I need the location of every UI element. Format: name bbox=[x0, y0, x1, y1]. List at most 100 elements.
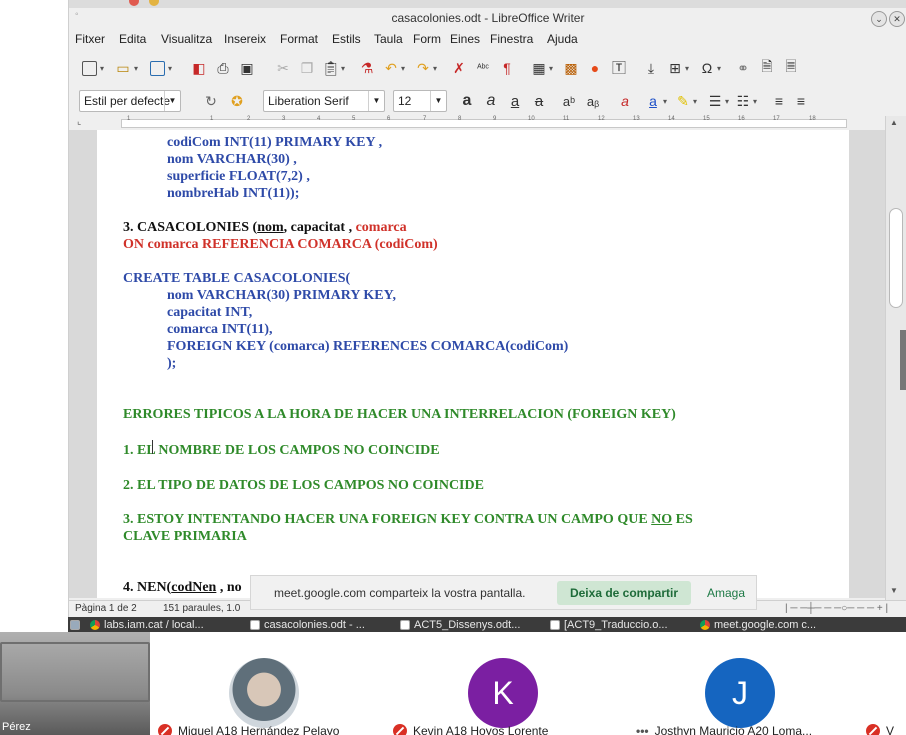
scrollbar-thumb[interactable] bbox=[889, 208, 903, 308]
paste-icon[interactable]: 📋︎ bbox=[321, 58, 341, 78]
clone-formatting-icon[interactable]: ⚗ bbox=[357, 58, 377, 78]
open-folder-icon[interactable]: ▭ bbox=[113, 58, 133, 78]
open-dropdown-icon[interactable]: ▾ bbox=[134, 64, 138, 73]
doc-line[interactable]: ON comarca REFERENCIA COMARCA (codiCom) bbox=[123, 236, 438, 253]
doc-line[interactable]: nom VARCHAR(30) PRIMARY KEY, bbox=[167, 287, 396, 304]
paste-dropdown-icon[interactable]: ▾ bbox=[341, 64, 345, 73]
doc-line[interactable]: CREATE TABLE CASACOLONIES( bbox=[123, 270, 350, 287]
underline-icon[interactable]: a bbox=[505, 91, 525, 111]
doc-line[interactable]: nombreHab INT(11)); bbox=[167, 185, 299, 202]
subscript-icon[interactable]: aᵦ bbox=[583, 91, 603, 111]
horizontal-ruler[interactable]: ⌞ 1 1 2 3 4 5 6 7 8 9 10 11 12 13 14 15 … bbox=[69, 116, 906, 130]
minimize-window-button[interactable]: ⌄ bbox=[871, 11, 887, 27]
field-dropdown-icon[interactable]: ▾ bbox=[685, 64, 689, 73]
menu-insert[interactable]: Insereix bbox=[224, 32, 266, 46]
formatting-marks-icon[interactable]: ¶ bbox=[497, 58, 517, 78]
more-options-icon[interactable]: ••• bbox=[636, 724, 649, 735]
minimize-dot-icon[interactable] bbox=[149, 0, 159, 6]
menu-window[interactable]: Finestra bbox=[490, 32, 533, 46]
document-canvas[interactable]: codiCom INT(11) PRIMARY KEY , nom VARCHA… bbox=[69, 130, 885, 598]
paragraph-style-select[interactable]: Estil per defecte ▼ bbox=[79, 90, 181, 112]
menu-help[interactable]: Ajuda bbox=[547, 32, 578, 46]
doc-line[interactable]: 2. EL TIPO DE DATOS DE LOS CAMPOS NO COI… bbox=[123, 477, 484, 494]
highlight-dropdown-icon[interactable]: ▾ bbox=[693, 97, 697, 106]
print-preview-icon[interactable]: ▣ bbox=[237, 58, 257, 78]
endnote-icon[interactable]: 🗏︎ bbox=[781, 58, 801, 78]
bullet-dropdown-icon[interactable]: ▾ bbox=[725, 97, 729, 106]
doc-line[interactable]: comarca INT(11), bbox=[167, 321, 273, 338]
page-break-icon[interactable]: ⤓ bbox=[641, 58, 661, 78]
sidebar-collapse-handle[interactable] bbox=[900, 330, 906, 390]
hide-notice-button[interactable]: Amaga bbox=[707, 586, 745, 600]
spellcheck-icon[interactable]: ᴬᵇᶜ bbox=[473, 58, 493, 78]
document-page[interactable]: codiCom INT(11) PRIMARY KEY , nom VARCHA… bbox=[97, 130, 849, 598]
menu-format[interactable]: Format bbox=[280, 32, 318, 46]
insert-field-icon[interactable]: ⊞ bbox=[665, 58, 685, 78]
insert-table-icon[interactable]: ▦ bbox=[529, 58, 549, 78]
superscript-icon[interactable]: aᵇ bbox=[559, 91, 579, 111]
doc-line-err3[interactable]: 3. ESTOY INTENTANDO HACER UNA FOREIGN KE… bbox=[123, 511, 693, 528]
doc-line[interactable]: codiCom INT(11) PRIMARY KEY , bbox=[167, 134, 382, 151]
cut-icon[interactable]: ✂ bbox=[273, 58, 293, 78]
doc-line[interactable]: 1. EL NOMBRE DE LOS CAMPOS NO COINCIDE bbox=[123, 442, 440, 459]
save-dropdown-icon[interactable]: ▾ bbox=[168, 64, 172, 73]
doc-line[interactable]: superficie FLOAT(7,2) , bbox=[167, 168, 310, 185]
font-color-dropdown-icon[interactable]: ▾ bbox=[663, 97, 667, 106]
page-count[interactable]: Pàgina 1 de 2 bbox=[75, 603, 137, 614]
redo-dropdown-icon[interactable]: ▾ bbox=[433, 64, 437, 73]
numbered-dropdown-icon[interactable]: ▾ bbox=[753, 97, 757, 106]
avatar[interactable]: K bbox=[468, 658, 538, 728]
font-color-icon[interactable]: a bbox=[643, 91, 663, 111]
print-icon[interactable]: ⎙ bbox=[213, 58, 233, 78]
scroll-down-icon[interactable]: ▼ bbox=[890, 586, 898, 595]
zoom-slider-icon[interactable]: | ─ ─┼─ ─ ─○─ ─ ─ + | bbox=[785, 603, 888, 614]
strikethrough-icon[interactable]: a bbox=[529, 91, 549, 111]
font-size-select[interactable]: 12 ▼ bbox=[393, 90, 447, 112]
doc-heading-casacolonies[interactable]: 3. CASACOLONIES (nom, capacitat , comarc… bbox=[123, 219, 407, 236]
align-left-icon[interactable]: ≡ bbox=[769, 91, 789, 111]
scroll-up-icon[interactable]: ▲ bbox=[890, 118, 898, 127]
special-character-icon[interactable]: Ω bbox=[697, 58, 717, 78]
doc-line[interactable]: FOREIGN KEY (comarca) REFERENCES COMARCA… bbox=[167, 338, 568, 355]
self-video-tile[interactable]: Pérez bbox=[0, 632, 150, 735]
doc-heading-nen[interactable]: 4. NEN(codNen , no bbox=[123, 579, 242, 596]
footnote-icon[interactable]: 🗎︎ bbox=[757, 58, 777, 78]
copy-icon[interactable]: ❐ bbox=[297, 58, 317, 78]
taskbar-item[interactable]: meet.google.com c... bbox=[700, 618, 816, 632]
taskbar-item[interactable]: casacolonies.odt - ... bbox=[250, 618, 365, 632]
clear-formatting-icon[interactable]: a bbox=[615, 91, 635, 111]
stop-sharing-button[interactable]: Deixa de compartir bbox=[557, 581, 691, 605]
menu-edit[interactable]: Edita bbox=[119, 32, 146, 46]
chevron-down-icon[interactable]: ▼ bbox=[430, 91, 446, 111]
avatar[interactable]: J bbox=[705, 658, 775, 728]
doc-line[interactable]: capacitat INT, bbox=[167, 304, 252, 321]
new-dropdown-icon[interactable]: ▾ bbox=[100, 64, 104, 73]
avatar[interactable] bbox=[229, 658, 299, 728]
menu-styles[interactable]: Estils bbox=[332, 32, 361, 46]
doc-line[interactable]: ); bbox=[167, 355, 176, 372]
new-document-icon[interactable] bbox=[79, 58, 99, 78]
undo-icon[interactable]: ↶ bbox=[381, 58, 401, 78]
redo-icon[interactable]: ↷ bbox=[413, 58, 433, 78]
word-count[interactable]: 151 paraules, 1.0 bbox=[163, 603, 240, 614]
insert-image-icon[interactable]: ▩ bbox=[561, 58, 581, 78]
taskbar-item[interactable]: labs.iam.cat / local... bbox=[90, 618, 204, 632]
tab-stop-selector-icon[interactable]: ⌞ bbox=[77, 116, 81, 127]
close-window-button[interactable]: ✕ bbox=[889, 11, 905, 27]
new-style-icon[interactable]: ✪ bbox=[227, 91, 247, 111]
menu-table[interactable]: Taula bbox=[374, 32, 403, 46]
chevron-down-icon[interactable]: ▼ bbox=[368, 91, 384, 111]
undo-dropdown-icon[interactable]: ▾ bbox=[401, 64, 405, 73]
numbered-list-icon[interactable]: ☷ bbox=[733, 91, 753, 111]
taskbar-item[interactable]: ACT5_Dissenys.odt... bbox=[400, 618, 520, 632]
close-dot-icon[interactable] bbox=[129, 0, 139, 6]
export-pdf-icon[interactable]: ◧ bbox=[189, 58, 209, 78]
update-style-icon[interactable]: ↻ bbox=[201, 91, 221, 111]
insert-chart-icon[interactable]: ● bbox=[585, 58, 605, 78]
bullet-list-icon[interactable]: ☰ bbox=[705, 91, 725, 111]
vertical-scrollbar[interactable]: ▲ ▼ bbox=[885, 116, 906, 600]
font-name-select[interactable]: Liberation Serif ▼ bbox=[263, 90, 385, 112]
align-center-icon[interactable]: ≡ bbox=[791, 91, 811, 111]
find-replace-icon[interactable]: ✗ bbox=[449, 58, 469, 78]
menu-file[interactable]: Fitxer bbox=[75, 32, 105, 46]
